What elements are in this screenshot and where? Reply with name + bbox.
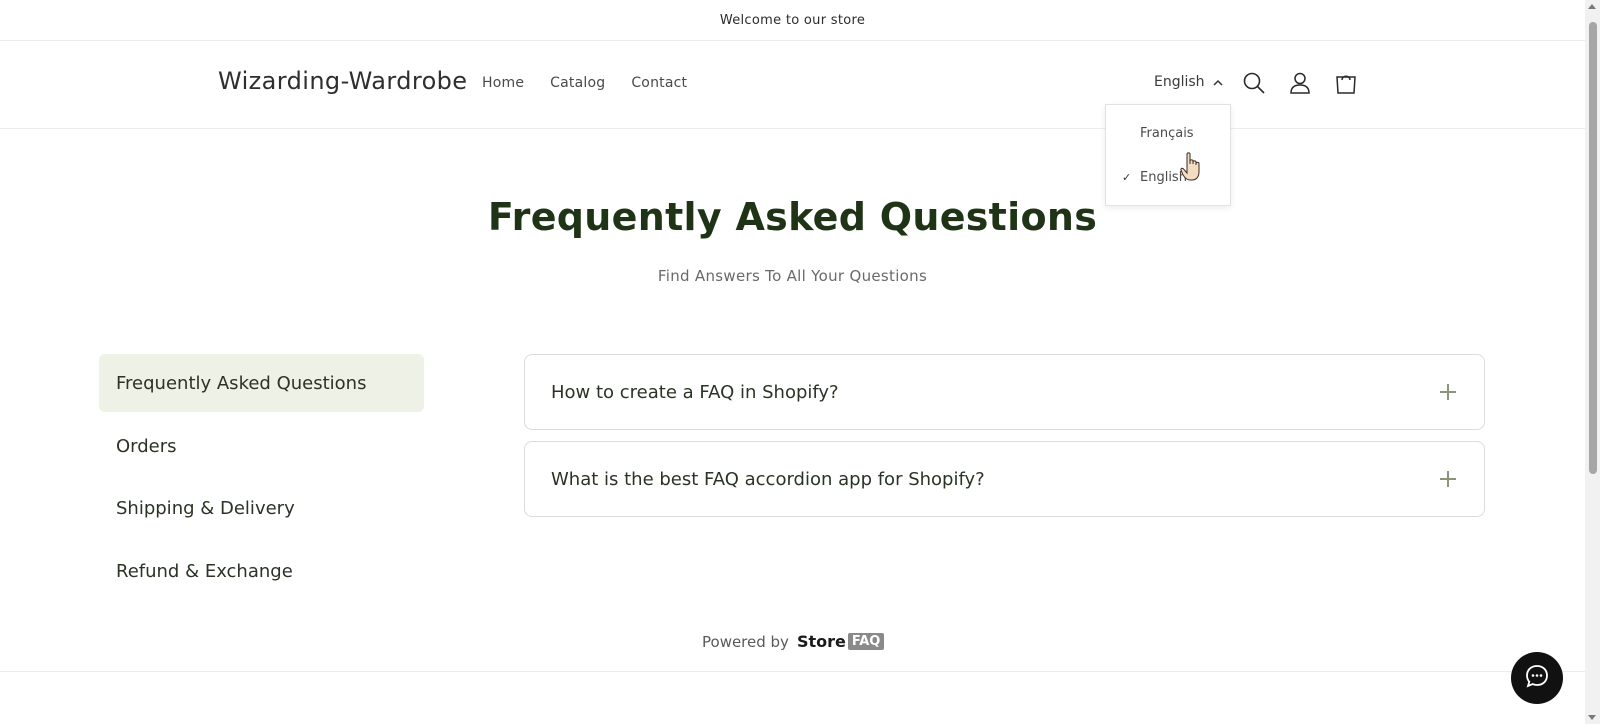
brand-store: Store [796,632,846,651]
site-header: Wizarding-Wardrobe Home Catalog Contact … [0,41,1585,129]
footer-divider [0,671,1585,672]
scrollbar-thumb[interactable] [1589,22,1597,474]
powered-by: Powered by Store FAQ [702,632,885,651]
category-label: Refund & Exchange [116,560,293,582]
category-faq[interactable]: Frequently Asked Questions [99,354,424,412]
language-option-francais[interactable]: Français [1106,118,1230,148]
announcement-text: Welcome to our store [719,12,866,28]
language-current: English [1154,74,1205,90]
language-selector[interactable]: English [1154,74,1223,90]
storefaq-logo[interactable]: Store FAQ [796,632,885,651]
plus-icon [1438,469,1458,489]
category-orders[interactable]: Orders [99,417,424,475]
language-option-english[interactable]: ✓ English [1106,162,1230,192]
nav-catalog[interactable]: Catalog [550,75,605,91]
powered-by-label: Powered by [702,632,789,651]
chat-bubble-icon [1523,662,1551,694]
category-shipping-delivery[interactable]: Shipping & Delivery [99,479,424,537]
language-dropdown: Français ✓ English [1105,104,1231,206]
hand-cursor-icon [1180,152,1202,186]
search-icon[interactable] [1241,70,1267,96]
faq-question-2[interactable]: What is the best FAQ accordion app for S… [524,441,1485,517]
brand-faq: FAQ [847,633,885,650]
page-subtitle: Find Answers To All Your Questions [657,267,928,285]
plus-icon [1438,382,1458,402]
chevron-up-icon [1213,74,1223,90]
scroll-up-arrow-icon[interactable] [1588,4,1596,9]
page-scrollbar[interactable] [1585,0,1600,724]
nav-home[interactable]: Home [482,75,524,91]
category-refund-exchange[interactable]: Refund & Exchange [99,542,424,600]
question-text: How to create a FAQ in Shopify? [551,381,839,403]
category-label: Shipping & Delivery [116,497,295,519]
faq-question-1[interactable]: How to create a FAQ in Shopify? [524,354,1485,430]
language-option-label: Français [1140,125,1194,141]
category-label: Orders [116,435,177,457]
announcement-bar: Welcome to our store [0,0,1585,41]
nav-contact[interactable]: Contact [631,75,687,91]
scroll-down-arrow-icon[interactable] [1588,715,1596,720]
cart-icon[interactable] [1333,70,1359,96]
main-nav: Home Catalog Contact [482,75,687,91]
store-logo[interactable]: Wizarding-Wardrobe [218,67,467,95]
account-icon[interactable] [1287,70,1313,96]
chat-button[interactable] [1511,652,1563,704]
question-text: What is the best FAQ accordion app for S… [551,468,985,490]
page-title: Frequently Asked Questions [487,195,1098,239]
category-label: Frequently Asked Questions [116,372,367,394]
checkmark-icon: ✓ [1122,170,1132,184]
